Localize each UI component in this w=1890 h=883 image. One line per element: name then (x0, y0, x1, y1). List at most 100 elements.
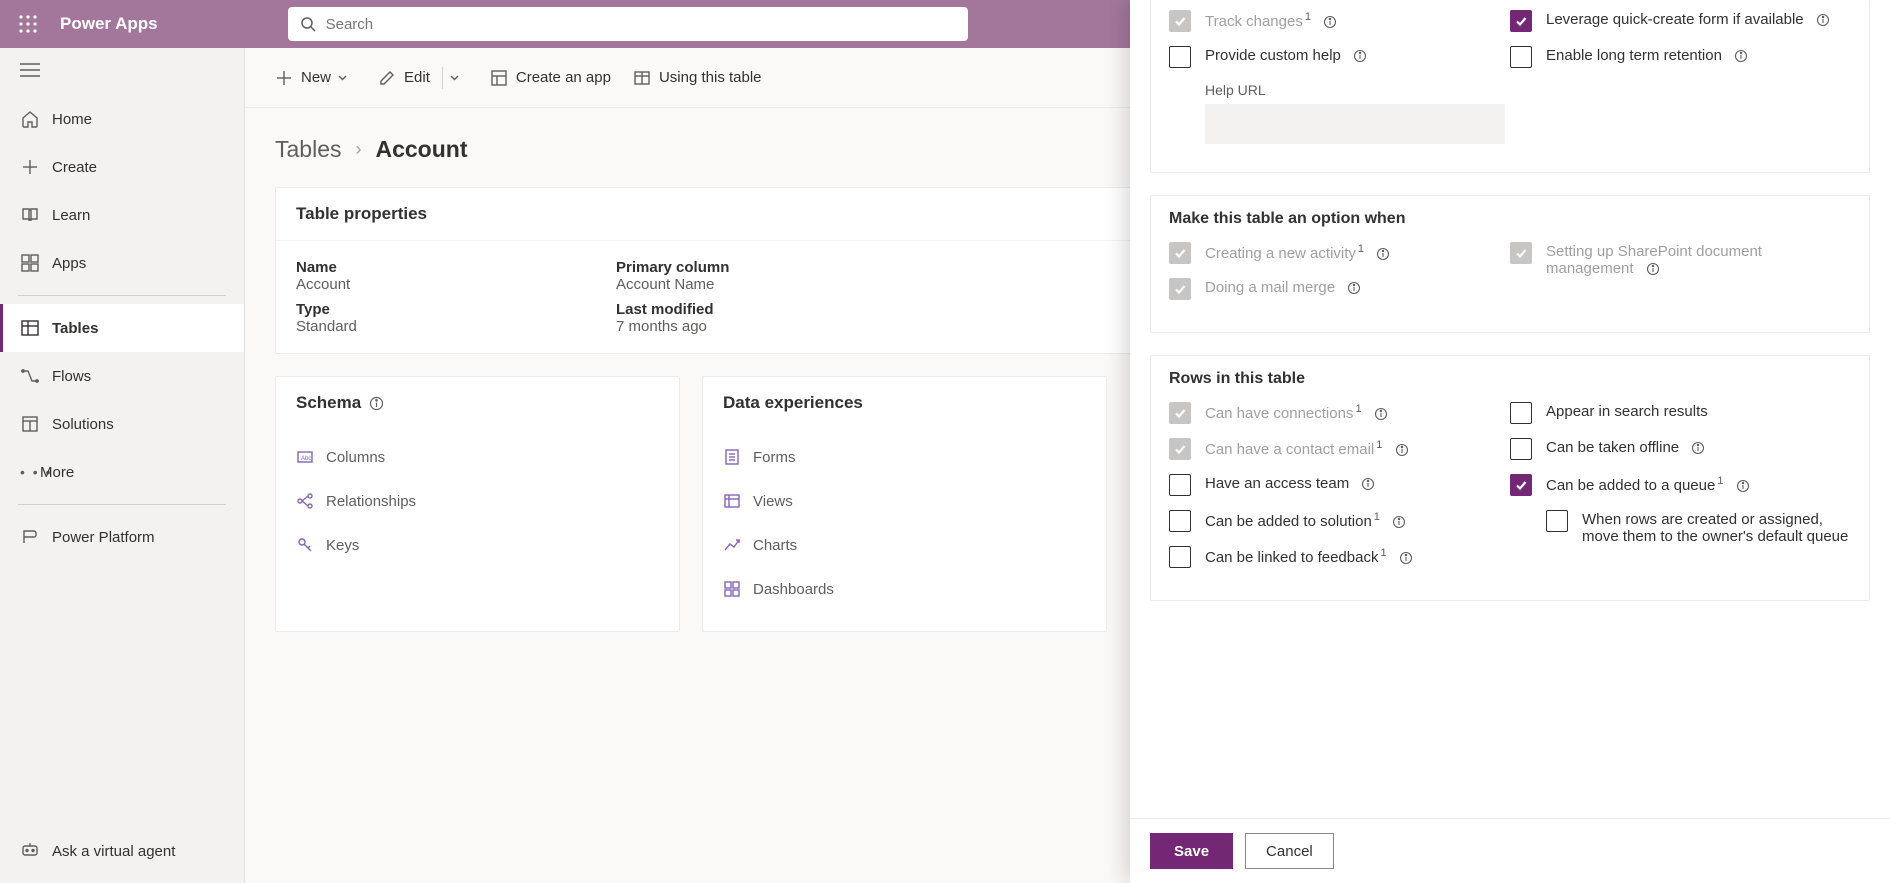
nav-power-platform[interactable]: Power Platform (0, 513, 244, 561)
help-url-label: Help URL (1205, 82, 1510, 98)
chevron-right-icon: › (355, 139, 361, 160)
checkbox-access-team[interactable] (1169, 474, 1191, 496)
flow-icon (20, 366, 40, 386)
label-mail-merge: Doing a mail merge (1205, 279, 1335, 296)
home-icon (20, 109, 40, 129)
nav-more-label: More (40, 464, 74, 481)
info-icon[interactable] (1816, 13, 1830, 27)
app-icon (490, 69, 508, 87)
table-icon (20, 318, 40, 338)
label-contact-email: Can have a contact email (1205, 441, 1374, 458)
checkbox-quick-create[interactable] (1510, 10, 1532, 32)
data-views[interactable]: Views (723, 479, 1086, 523)
checkbox-default-queue[interactable] (1546, 510, 1568, 532)
info-icon[interactable] (1392, 515, 1406, 529)
checkbox-added-queue[interactable] (1510, 474, 1532, 496)
cancel-button[interactable]: Cancel (1245, 833, 1334, 869)
search-box[interactable] (288, 7, 968, 41)
schema-keys[interactable]: Keys (296, 523, 659, 567)
data-dashboards[interactable]: Dashboards (723, 567, 1086, 611)
relationships-icon (296, 492, 314, 510)
checkbox-contact-email (1169, 438, 1191, 460)
cmd-edit[interactable]: Edit (378, 69, 430, 87)
schema-columns[interactable]: Abc Columns (296, 435, 659, 479)
info-icon[interactable] (1734, 49, 1748, 63)
label-appear-search: Appear in search results (1546, 403, 1708, 420)
brand-label[interactable]: Power Apps (60, 14, 158, 34)
info-icon[interactable] (1646, 262, 1660, 276)
group-rows: Rows in this table Can have connections1 (1150, 355, 1870, 601)
nav-solutions[interactable]: Solutions (0, 400, 244, 448)
data-forms[interactable]: Forms (723, 435, 1086, 479)
cmd-new-label: New (301, 69, 331, 86)
checkbox-appear-search[interactable] (1510, 402, 1532, 424)
cmd-new[interactable]: New (275, 69, 356, 87)
nav-solutions-label: Solutions (52, 416, 114, 433)
checkbox-connections (1169, 402, 1191, 424)
row-access-team: Have an access team (1169, 474, 1510, 496)
checkbox-mail-merge (1169, 278, 1191, 300)
data-title: Data experiences (723, 393, 863, 413)
keys-icon (296, 536, 314, 554)
solutions-icon (20, 414, 40, 434)
label-added-solution: Can be added to solution (1205, 513, 1372, 530)
label-default-queue: When rows are created or assigned, move … (1582, 511, 1848, 545)
info-icon[interactable] (1353, 49, 1367, 63)
checkbox-new-activity (1169, 242, 1191, 264)
nav-tables[interactable]: Tables (0, 304, 244, 352)
search-input[interactable] (326, 16, 956, 33)
info-icon[interactable] (1399, 551, 1413, 565)
nav-apps[interactable]: Apps (0, 239, 244, 287)
nav-ask-agent[interactable]: Ask a virtual agent (0, 827, 244, 875)
label-connections: Can have connections (1205, 405, 1353, 422)
info-icon[interactable] (1323, 15, 1337, 29)
info-icon[interactable] (1361, 477, 1375, 491)
nav-more[interactable]: • • • More (0, 448, 244, 496)
nav-learn-label: Learn (52, 207, 90, 224)
group-option-when: Make this table an option when Creating … (1150, 195, 1870, 333)
cmd-edit-split[interactable] (449, 72, 468, 83)
info-icon[interactable] (1736, 479, 1750, 493)
info-icon[interactable] (1376, 247, 1390, 261)
cmd-using-table-label: Using this table (659, 69, 762, 86)
breadcrumb-root[interactable]: Tables (275, 136, 341, 163)
more-icon: • • • (20, 464, 40, 480)
info-icon[interactable] (369, 396, 384, 411)
row-contact-email: Can have a contact email1 (1169, 438, 1510, 460)
nav-tables-label: Tables (52, 320, 98, 337)
prop-modified-value: 7 months ago (616, 318, 916, 335)
nav-create[interactable]: Create (0, 143, 244, 191)
label-track-changes: Track changes (1205, 13, 1303, 30)
info-icon[interactable] (1395, 443, 1409, 457)
cmd-using-table[interactable]: Using this table (633, 69, 762, 87)
waffle-icon[interactable] (10, 15, 46, 33)
group-top: Track changes1 Provide custom help (1150, 0, 1870, 173)
prop-primary-label: Primary column (616, 259, 916, 276)
row-new-activity: Creating a new activity1 (1169, 242, 1510, 264)
checkbox-taken-offline[interactable] (1510, 438, 1532, 460)
row-connections: Can have connections1 (1169, 402, 1510, 424)
nav-collapse-toggle[interactable] (0, 48, 244, 95)
checkbox-linked-feedback[interactable] (1169, 546, 1191, 568)
checkbox-sp-docmgmt (1510, 242, 1532, 264)
schema-relationships[interactable]: Relationships (296, 479, 659, 523)
prop-modified-label: Last modified (616, 301, 916, 318)
nav-learn[interactable]: Learn (0, 191, 244, 239)
schema-title: Schema (296, 393, 361, 413)
prop-type-label: Type (296, 301, 596, 318)
cmd-create-app[interactable]: Create an app (490, 69, 611, 87)
checkbox-added-solution[interactable] (1169, 510, 1191, 532)
data-charts[interactable]: Charts (723, 523, 1086, 567)
info-icon[interactable] (1347, 281, 1361, 295)
label-taken-offline: Can be taken offline (1546, 439, 1679, 456)
chatbot-icon (20, 841, 40, 861)
save-button[interactable]: Save (1150, 833, 1233, 869)
nav-flows[interactable]: Flows (0, 352, 244, 400)
checkbox-custom-help[interactable] (1169, 46, 1191, 68)
info-icon[interactable] (1691, 441, 1705, 455)
nav-home[interactable]: Home (0, 95, 244, 143)
info-icon[interactable] (1374, 407, 1388, 421)
data-charts-label: Charts (753, 537, 797, 554)
columns-icon: Abc (296, 448, 314, 466)
checkbox-long-term-retention[interactable] (1510, 46, 1532, 68)
